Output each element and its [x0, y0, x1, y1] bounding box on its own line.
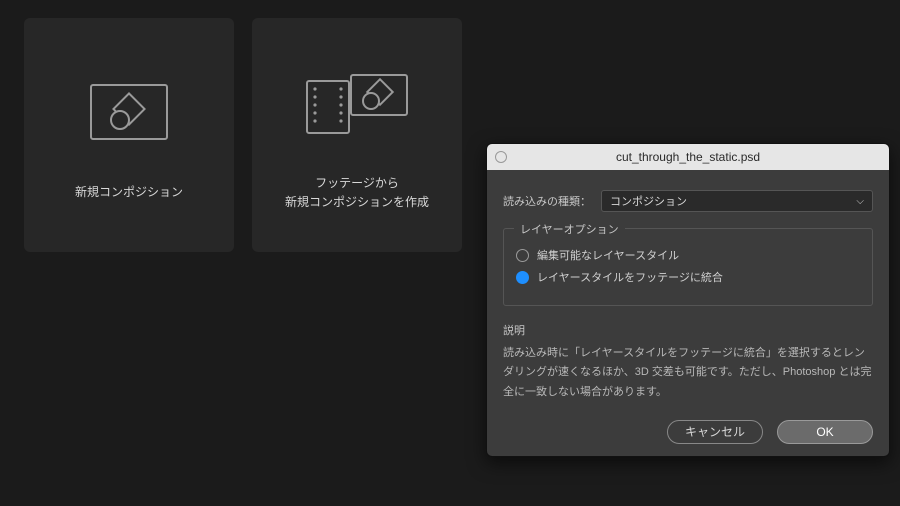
radio-icon — [516, 249, 529, 262]
composition-icon — [90, 67, 168, 157]
layer-options-fieldset: レイヤーオプション 編集可能なレイヤースタイル レイヤースタイルをフッテージに統… — [503, 228, 873, 306]
import-kind-label: 読み込みの種類： — [503, 193, 591, 209]
cancel-button[interactable]: キャンセル — [667, 420, 763, 444]
footage-composition-icon — [305, 58, 409, 148]
import-dialog: cut_through_the_static.psd 読み込みの種類： コンポジ… — [486, 143, 890, 457]
close-icon[interactable] — [495, 151, 507, 163]
dialog-titlebar: cut_through_the_static.psd — [487, 144, 889, 170]
description-text: 読み込み時に「レイヤースタイルをフッテージに統合」を選択するとレンダリングが速く… — [503, 344, 873, 402]
import-kind-value: コンポジション — [610, 193, 687, 209]
new-composition-card[interactable]: 新規コンポジション — [24, 18, 234, 252]
radio-icon — [516, 271, 529, 284]
import-kind-select[interactable]: コンポジション ⌵ — [601, 190, 873, 212]
radio-merge-styles[interactable]: レイヤースタイルをフッテージに統合 — [516, 269, 860, 285]
new-composition-label: 新規コンポジション — [75, 183, 183, 202]
start-cards: 新規コンポジション フッテージから 新規コンポジションを作成 — [24, 18, 462, 252]
footage-composition-card[interactable]: フッテージから 新規コンポジションを作成 — [252, 18, 462, 252]
layer-options-legend: レイヤーオプション — [514, 221, 625, 237]
footage-composition-label: フッテージから 新規コンポジションを作成 — [285, 174, 429, 212]
description-title: 説明 — [503, 322, 873, 338]
radio-editable-styles[interactable]: 編集可能なレイヤースタイル — [516, 247, 860, 263]
dialog-title: cut_through_the_static.psd — [616, 150, 760, 164]
chevron-down-icon: ⌵ — [856, 196, 864, 207]
ok-button[interactable]: OK — [777, 420, 873, 444]
